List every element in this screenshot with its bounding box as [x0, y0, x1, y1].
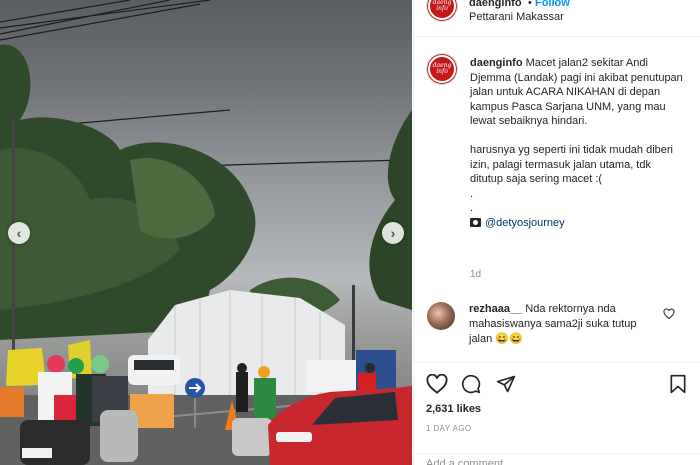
- header-avatar[interactable]: daeng info: [426, 0, 458, 22]
- post-photo[interactable]: ‹ ›: [0, 0, 412, 465]
- caption-timestamp[interactable]: 1d: [470, 269, 481, 280]
- comment-item: rezhaaa__ Nda rektornya nda mahasiswanya…: [469, 302, 654, 347]
- caption-text: daenginfo Macet jalan2 sekitar Andi Djem…: [470, 56, 684, 230]
- caption-mention-link[interactable]: @detyosjourney: [485, 217, 565, 229]
- share-icon[interactable]: [495, 374, 517, 394]
- camera-icon: [470, 217, 481, 227]
- location-link[interactable]: Pettarani Makassar: [469, 11, 564, 23]
- follow-button[interactable]: Follow: [535, 0, 570, 9]
- post-header: daeng info daenginfo • Follow Pettarani …: [414, 0, 700, 37]
- avatar-logo: daeng info: [428, 0, 456, 20]
- header-separator: •: [528, 0, 532, 9]
- comment-avatar[interactable]: [427, 302, 455, 330]
- caption-avatar[interactable]: daeng info: [426, 53, 458, 85]
- chevron-right-icon[interactable]: ›: [382, 222, 404, 244]
- header-username[interactable]: daenginfo: [469, 0, 522, 9]
- heart-icon[interactable]: [426, 374, 448, 394]
- caption-body: Macet jalan2 sekitar Andi Djemma (Landak…: [470, 57, 683, 214]
- comment-like-heart-icon[interactable]: [663, 308, 675, 320]
- comment-username[interactable]: rezhaaa__: [469, 303, 522, 315]
- bookmark-icon[interactable]: [668, 374, 688, 394]
- post-actions: 2,631 likes 1 DAY AGO Add a comment...: [413, 362, 700, 465]
- caption-username[interactable]: daenginfo: [470, 57, 523, 69]
- add-comment-input[interactable]: Add a comment...: [413, 453, 700, 465]
- comment-icon[interactable]: [460, 374, 482, 394]
- chevron-left-icon[interactable]: ‹: [8, 222, 30, 244]
- avatar-logo-text-bottom: info: [436, 68, 448, 75]
- avatar-logo-text-bottom: info: [436, 5, 448, 12]
- likes-count[interactable]: 2,631 likes: [426, 403, 481, 415]
- street-scene-image: [0, 0, 412, 465]
- avatar-logo: daeng info: [428, 55, 456, 83]
- post-date[interactable]: 1 DAY AGO: [426, 424, 472, 433]
